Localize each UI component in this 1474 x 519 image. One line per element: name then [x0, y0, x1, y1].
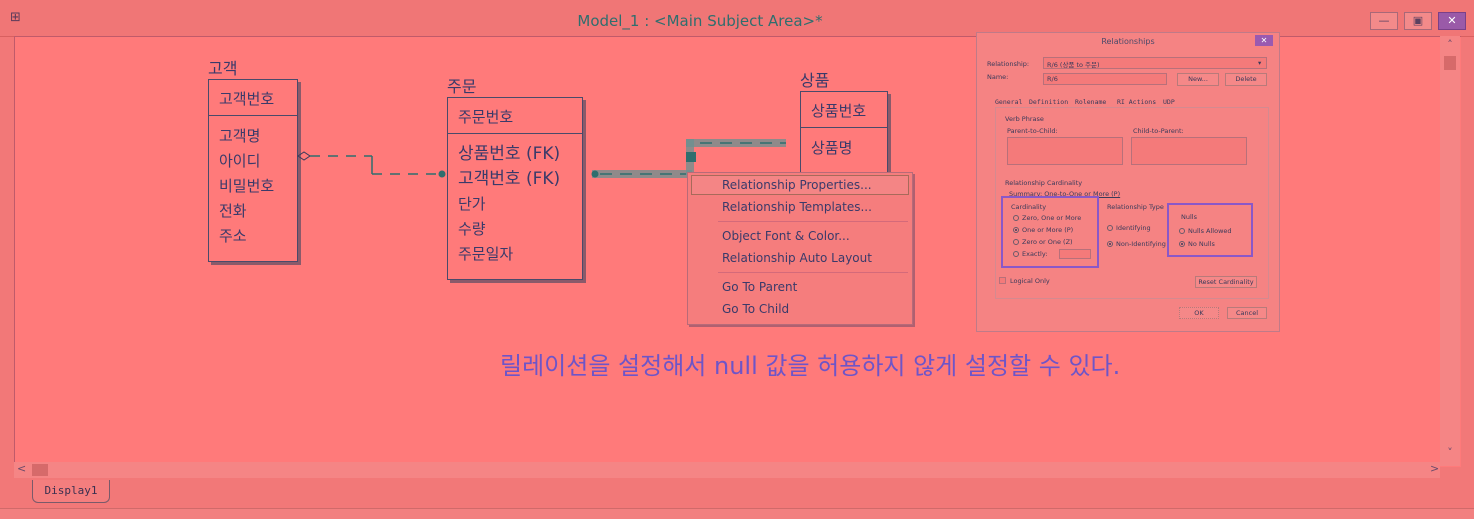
scroll-right-icon[interactable]: > [1430, 462, 1439, 475]
radio-label: One or More (P) [1022, 226, 1074, 234]
radio-zero-one-more[interactable] [1013, 215, 1019, 221]
delete-button[interactable]: Delete [1225, 73, 1267, 86]
dialog-title: Relationships [1101, 37, 1155, 46]
nulls-group-label: Nulls [1181, 213, 1197, 221]
menu-item-go-to-child[interactable]: Go To Child [722, 299, 789, 319]
scroll-down-icon[interactable]: ˅ [1440, 446, 1460, 459]
child-to-parent-field[interactable] [1131, 137, 1247, 165]
relationship-select[interactable]: R/6 (상품 to 주문) ▾ [1043, 57, 1267, 69]
tab-rolename[interactable]: Rolename [1075, 98, 1106, 106]
reset-cardinality-button[interactable]: Reset Cardinality [1195, 276, 1257, 288]
scroll-left-icon[interactable]: < [17, 462, 26, 475]
tab-display1[interactable]: Display1 [32, 480, 110, 503]
vertical-scrollbar[interactable]: ˄ ˅ [1440, 36, 1460, 466]
cancel-button[interactable]: Cancel [1227, 307, 1267, 319]
radio-identifying[interactable] [1107, 225, 1113, 231]
tab-definition[interactable]: Definition [1029, 98, 1068, 106]
menu-item-go-to-parent[interactable]: Go To Parent [722, 277, 797, 297]
tab-udp[interactable]: UDP [1163, 98, 1175, 106]
parent-to-child-label: Parent-to-Child: [1007, 127, 1058, 135]
tab-ri-actions[interactable]: RI Actions [1117, 98, 1156, 106]
vertical-scroll-thumb[interactable] [1444, 56, 1456, 70]
menu-item-relationship-templates[interactable]: Relationship Templates... [722, 197, 872, 217]
parent-to-child-field[interactable] [1007, 137, 1123, 165]
child-to-parent-label: Child-to-Parent: [1133, 127, 1184, 135]
ok-button[interactable]: OK [1179, 307, 1219, 319]
menu-item-object-font-color[interactable]: Object Font & Color... [722, 226, 850, 246]
app-window: ⊞ Model_1 : <Main Subject Area>* — ▣ ✕ 고… [0, 0, 1474, 519]
radio-exactly[interactable] [1013, 251, 1019, 257]
name-label: Name: [987, 73, 1009, 81]
dialog-close-button[interactable]: ✕ [1255, 35, 1273, 46]
radio-label: Zero, One or More [1022, 214, 1082, 222]
radio-label: Nulls Allowed [1188, 227, 1232, 235]
name-field[interactable]: R/6 [1043, 73, 1167, 85]
exactly-field[interactable] [1059, 249, 1091, 259]
chevron-down-icon: ▾ [1258, 59, 1262, 67]
relationships-dialog: Relationships ✕ Relationship: R/6 (상품 to… [976, 32, 1280, 332]
radio-label: Non-Identifying [1116, 240, 1166, 248]
menu-item-relationship-auto-layout[interactable]: Relationship Auto Layout [722, 248, 872, 268]
relationship-customer-order[interactable] [297, 151, 446, 178]
radio-one-or-more[interactable] [1013, 227, 1019, 233]
bottom-bar [0, 508, 1474, 519]
radio-label: Identifying [1116, 224, 1151, 232]
relationship-value: R/6 (상품 to 주문) [1047, 61, 1100, 69]
radio-non-identifying[interactable] [1107, 241, 1113, 247]
radio-nulls-allowed[interactable] [1179, 228, 1185, 234]
relationship-type-label: Relationship Type [1107, 203, 1164, 211]
radio-zero-or-one[interactable] [1013, 239, 1019, 245]
horizontal-scroll-thumb[interactable] [32, 464, 48, 476]
menu-separator [718, 272, 908, 273]
cardinality-section-label: Relationship Cardinality [1005, 179, 1083, 187]
horizontal-scrollbar[interactable]: < > [14, 462, 1440, 478]
tab-general[interactable]: General [995, 98, 1022, 106]
verb-phrase-label: Verb Phrase [1005, 115, 1044, 123]
logical-only-label: Logical Only [1010, 277, 1050, 285]
logical-only-checkbox[interactable] [999, 277, 1006, 284]
new-button[interactable]: New... [1177, 73, 1219, 86]
context-menu: Relationship Properties... Relationship … [687, 172, 913, 325]
scroll-up-icon[interactable]: ˄ [1440, 38, 1460, 51]
relationship-label: Relationship: [987, 60, 1030, 68]
menu-separator [718, 221, 908, 222]
radio-label: Zero or One (Z) [1022, 238, 1073, 246]
menu-item-relationship-properties[interactable]: Relationship Properties... [722, 175, 872, 195]
radio-no-nulls[interactable] [1179, 241, 1185, 247]
radio-label: Exactly: [1022, 250, 1048, 258]
name-value: R/6 [1047, 75, 1058, 83]
cardinality-group-label: Cardinality [1011, 203, 1047, 211]
caption-text: 릴레이션을 설정해서 null 값을 허용하지 않게 설정할 수 있다. [500, 352, 1121, 380]
radio-label: No Nulls [1188, 240, 1215, 248]
